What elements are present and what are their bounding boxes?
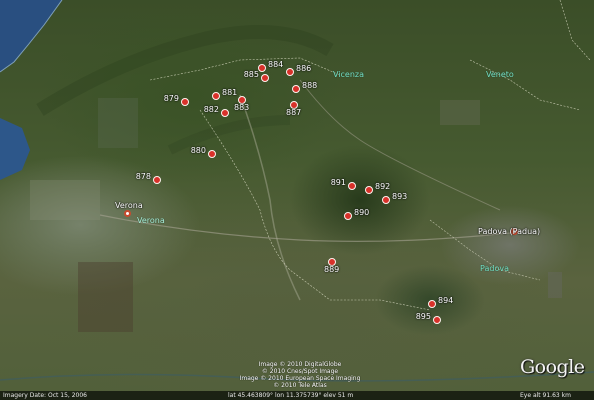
marker-pin-icon [365, 186, 373, 194]
marker-label: 892 [375, 182, 391, 191]
marker-label: 879 [163, 94, 179, 103]
marker-label: 893 [392, 192, 408, 201]
verona-city-label: Verona [115, 201, 143, 210]
marker-pin-icon [292, 85, 300, 93]
lake-garda [0, 0, 62, 72]
marker-pin-icon [181, 98, 189, 106]
region-boundary [559, 0, 591, 61]
satellite-map[interactable]: 884 885 886 888 887 881 879 883 882 880 … [0, 0, 594, 400]
location-marker[interactable]: 892 [365, 182, 390, 194]
location-marker[interactable]: 884 [258, 60, 283, 72]
location-marker[interactable]: 885 [244, 70, 269, 82]
status-bar: Imagery Date: Oct 15, 2006 lat 45.463809… [0, 391, 594, 400]
verona-region-label: Verona [137, 216, 165, 225]
marker-pin-icon [286, 68, 294, 76]
copyright-line: © 2010 Tele Atlas [273, 382, 327, 389]
marker-pin-icon [348, 182, 356, 190]
eye-altitude: Eye alt 91.63 km [520, 392, 571, 399]
marker-label: 894 [438, 296, 454, 305]
marker-pin-icon [212, 92, 220, 100]
terrain-layer [0, 0, 594, 382]
copyright-line: Image © 2010 European Space Imaging [239, 375, 361, 382]
location-marker[interactable]: 895 [416, 312, 441, 324]
imagery-date: Imagery Date: Oct 15, 2006 [3, 392, 87, 399]
location-marker[interactable]: 886 [286, 64, 311, 76]
copyright-line: © 2010 Cnes/Spot Image [261, 368, 339, 375]
marker-label: 895 [415, 312, 431, 321]
location-marker[interactable]: 880 [191, 146, 216, 158]
marker-pin-icon [382, 196, 390, 204]
marker-pin-icon [258, 64, 266, 72]
marker-pin-icon [433, 316, 441, 324]
location-marker[interactable]: 879 [164, 94, 189, 106]
marker-label: 881 [222, 88, 238, 97]
location-marker[interactable]: 888 [292, 81, 317, 93]
marker-label: 886 [296, 64, 312, 73]
veneto-region-label: Veneto [486, 70, 514, 79]
location-marker[interactable]: 881 [212, 88, 237, 100]
marker-label: 885 [243, 70, 259, 79]
copyright-line: Image © 2010 DigitalGlobe [258, 361, 342, 368]
marker-label: 887 [286, 108, 302, 117]
imagery-patch [440, 100, 480, 125]
main-road [299, 79, 501, 211]
mountain-ridge [167, 115, 291, 155]
padova-city-name: Padova (Padua) [478, 227, 541, 236]
province-boundary [199, 109, 431, 311]
region-boundary [469, 59, 581, 111]
imagery-patch [98, 98, 138, 148]
location-marker[interactable]: 890 [344, 208, 369, 220]
vicenza-region-label: Vicenza [333, 70, 365, 79]
marker-pin-icon [208, 150, 216, 158]
marker-pin-icon [261, 74, 269, 82]
location-marker[interactable]: 889 [324, 258, 339, 274]
verona-city-dot[interactable] [124, 210, 131, 217]
marker-label: 889 [324, 265, 340, 274]
location-marker[interactable]: 882 [204, 105, 229, 117]
marker-label: 888 [302, 81, 318, 90]
imagery-patch [30, 180, 100, 220]
marker-label: 882 [203, 105, 219, 114]
marker-label: 890 [354, 208, 370, 217]
marker-pin-icon [344, 212, 352, 220]
marker-pin-icon [221, 109, 229, 117]
lake-garda-south [0, 118, 30, 180]
location-marker[interactable]: 878 [136, 172, 161, 184]
marker-label: 880 [190, 146, 206, 155]
location-marker[interactable]: 887 [286, 101, 301, 117]
marker-pin-icon [153, 176, 161, 184]
marker-label: 883 [234, 103, 250, 112]
marker-label: 884 [268, 60, 284, 69]
padova-city-label: Padova (Padua) [478, 227, 540, 236]
location-marker[interactable]: 894 [428, 296, 453, 308]
marker-pin-icon [428, 300, 436, 308]
imagery-copyright: Image © 2010 DigitalGlobe © 2010 Cnes/Sp… [220, 361, 380, 389]
location-marker[interactable]: 883 [234, 96, 249, 112]
pointer-coordinates: lat 45.463809° lon 11.375739° elev 51 m [228, 392, 354, 399]
imagery-patch [78, 262, 133, 332]
marker-label: 878 [135, 172, 151, 181]
padova-region-label: Padova [480, 264, 509, 273]
marker-label: 891 [330, 178, 346, 187]
imagery-patch [548, 272, 562, 298]
google-logo: Google [520, 356, 585, 378]
location-marker[interactable]: 891 [331, 178, 356, 190]
location-marker[interactable]: 893 [382, 192, 407, 204]
